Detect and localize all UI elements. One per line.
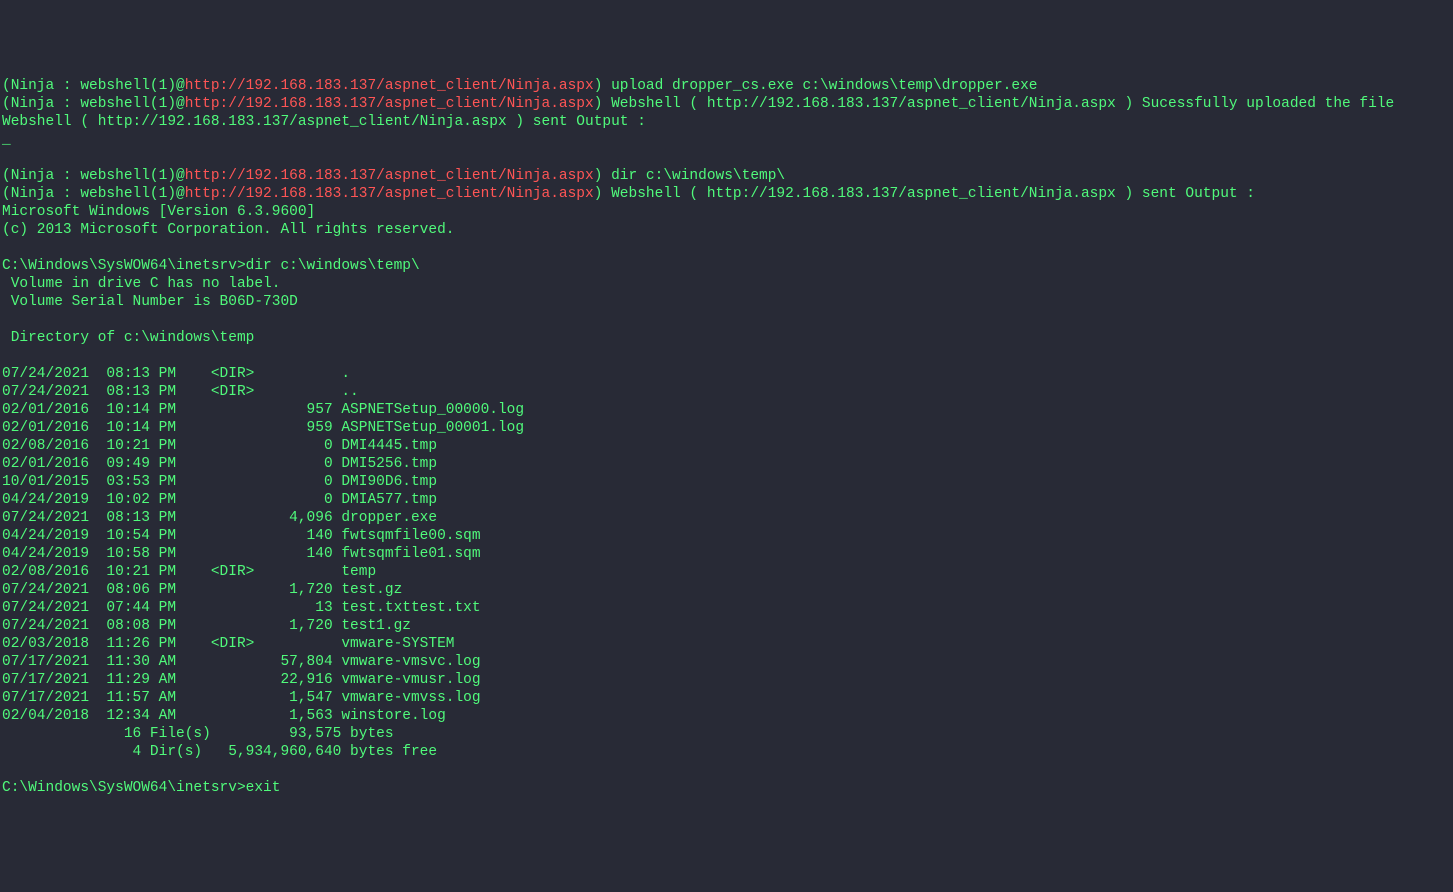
blank — [2, 311, 1451, 329]
blank — [2, 149, 1451, 167]
exit-command: C:\Windows\SysWOW64\inetsrv>exit — [2, 779, 1451, 797]
file-entry: 02/04/2018 12:34 AM 1,563 winstore.log — [2, 707, 1451, 725]
file-entry: 07/24/2021 08:08 PM 1,720 test1.gz — [2, 617, 1451, 635]
file-entry: 02/03/2018 11:26 PM <DIR> vmware-SYSTEM — [2, 635, 1451, 653]
file-entry: 07/24/2021 08:06 PM 1,720 test.gz — [2, 581, 1451, 599]
file-entry: 04/24/2019 10:54 PM 140 fwtsqmfile00.sqm — [2, 527, 1451, 545]
file-entry: 07/24/2021 08:13 PM 4,096 dropper.exe — [2, 509, 1451, 527]
response-line-1a: (Ninja : webshell(1)@http://192.168.183.… — [2, 95, 1451, 113]
win-copyright: (c) 2013 Microsoft Corporation. All righ… — [2, 221, 1451, 239]
directory-header: Directory of c:\windows\temp — [2, 329, 1451, 347]
separator: _ — [2, 131, 1451, 149]
file-entry: 07/17/2021 11:29 AM 22,916 vmware-vmusr.… — [2, 671, 1451, 689]
response-line-2a: (Ninja : webshell(1)@http://192.168.183.… — [2, 185, 1451, 203]
prompt-line-1: (Ninja : webshell(1)@http://192.168.183.… — [2, 77, 1451, 95]
file-entry: 07/24/2021 07:44 PM 13 test.txttest.txt — [2, 599, 1451, 617]
file-entry: 07/17/2021 11:57 AM 1,547 vmware-vmvss.l… — [2, 689, 1451, 707]
file-entry: 04/24/2019 10:58 PM 140 fwtsqmfile01.sqm — [2, 545, 1451, 563]
file-entry: 07/24/2021 08:13 PM <DIR> . — [2, 365, 1451, 383]
volume-label: Volume in drive C has no label. — [2, 275, 1451, 293]
file-entry: 02/01/2016 10:14 PM 959 ASPNETSetup_0000… — [2, 419, 1451, 437]
file-entry: 02/08/2016 10:21 PM 0 DMI4445.tmp — [2, 437, 1451, 455]
volume-serial: Volume Serial Number is B06D-730D — [2, 293, 1451, 311]
file-entry: 02/01/2016 10:14 PM 957 ASPNETSetup_0000… — [2, 401, 1451, 419]
response-line-1b: Webshell ( http://192.168.183.137/aspnet… — [2, 113, 1451, 131]
blank — [2, 761, 1451, 779]
summary-files: 16 File(s) 93,575 bytes — [2, 725, 1451, 743]
file-entry: 07/24/2021 08:13 PM <DIR> .. — [2, 383, 1451, 401]
file-entry: 10/01/2015 03:53 PM 0 DMI90D6.tmp — [2, 473, 1451, 491]
prompt-line-2: (Ninja : webshell(1)@http://192.168.183.… — [2, 167, 1451, 185]
cwd-command: C:\Windows\SysWOW64\inetsrv>dir c:\windo… — [2, 257, 1451, 275]
terminal-output[interactable]: (Ninja : webshell(1)@http://192.168.183.… — [2, 77, 1451, 797]
win-version: Microsoft Windows [Version 6.3.9600] — [2, 203, 1451, 221]
file-entry: 07/17/2021 11:30 AM 57,804 vmware-vmsvc.… — [2, 653, 1451, 671]
file-entry: 02/08/2016 10:21 PM <DIR> temp — [2, 563, 1451, 581]
file-list: 07/24/2021 08:13 PM <DIR> .07/24/2021 08… — [2, 365, 1451, 725]
file-entry: 04/24/2019 10:02 PM 0 DMIA577.tmp — [2, 491, 1451, 509]
file-entry: 02/01/2016 09:49 PM 0 DMI5256.tmp — [2, 455, 1451, 473]
blank — [2, 239, 1451, 257]
blank — [2, 347, 1451, 365]
